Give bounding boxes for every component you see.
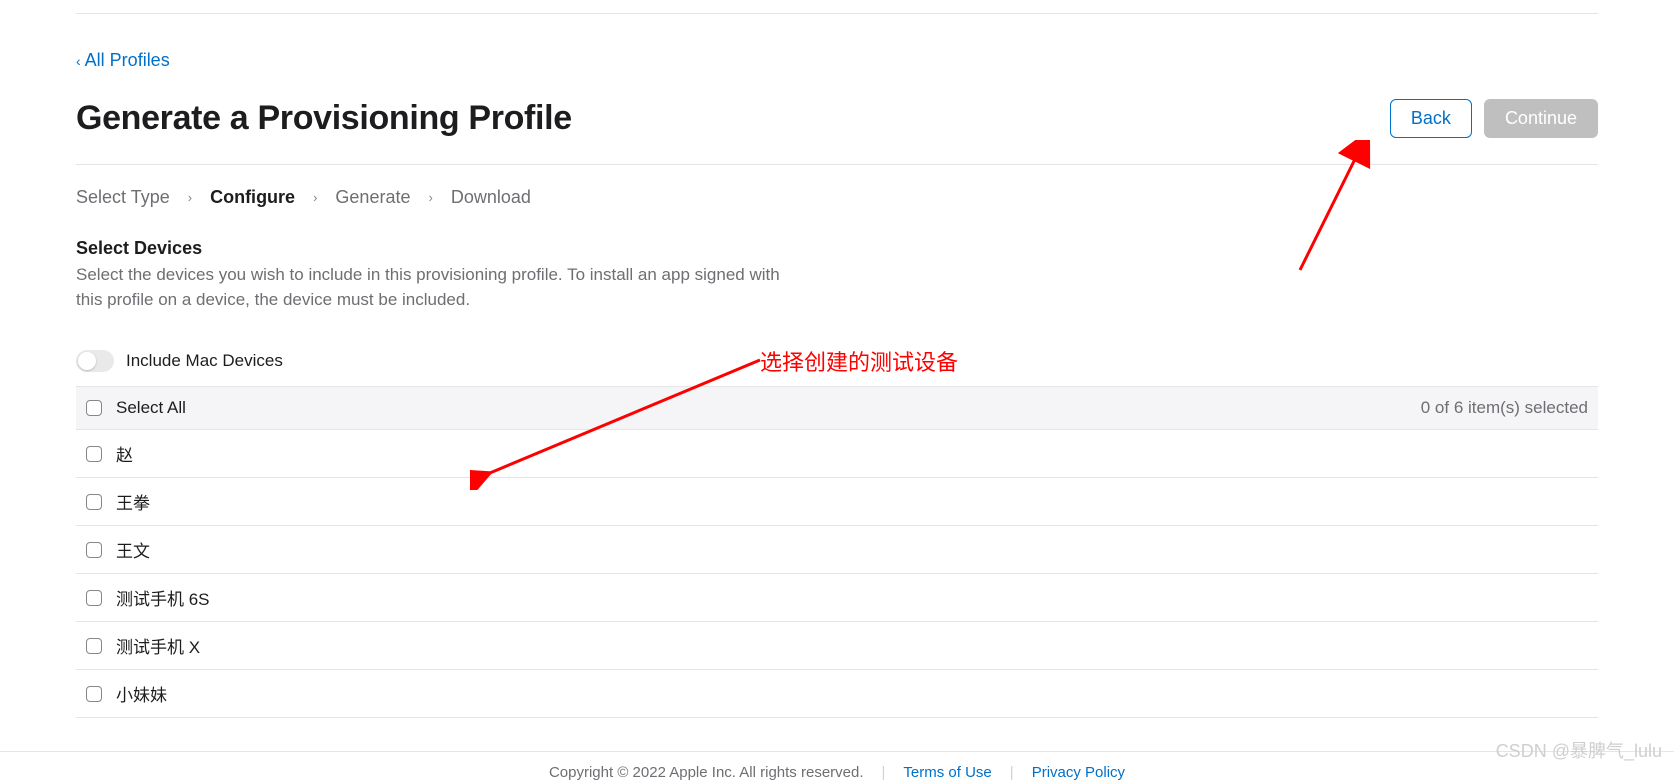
all-profiles-link[interactable]: ‹ All Profiles — [76, 50, 170, 71]
device-row: 王拳 — [76, 478, 1598, 526]
breadcrumb-step[interactable]: Generate — [335, 187, 410, 208]
section-description: Select the devices you wish to include i… — [76, 263, 796, 312]
device-checkbox[interactable] — [86, 590, 102, 606]
watermark: CSDN @暴脾气_lulu — [1496, 737, 1662, 763]
device-checkbox[interactable] — [86, 638, 102, 654]
breadcrumb-step-active[interactable]: Configure — [210, 187, 295, 208]
device-checkbox[interactable] — [86, 686, 102, 702]
header-row: Generate a Provisioning Profile Back Con… — [76, 99, 1598, 165]
select-all-label: Select All — [116, 398, 186, 418]
select-all-row: Select All 0 of 6 item(s) selected — [76, 387, 1598, 430]
chevron-right-icon: › — [188, 190, 192, 205]
device-checkbox[interactable] — [86, 446, 102, 462]
footer-separator: | — [882, 764, 886, 781]
chevron-right-icon: › — [313, 190, 317, 205]
breadcrumb-step[interactable]: Download — [451, 187, 531, 208]
include-mac-label: Include Mac Devices — [126, 351, 283, 371]
selected-count: 0 of 6 item(s) selected — [1421, 398, 1588, 418]
all-profiles-label: All Profiles — [85, 50, 170, 71]
device-row: 测试手机 X — [76, 622, 1598, 670]
footer-copyright: Copyright © 2022 Apple Inc. All rights r… — [549, 764, 864, 781]
top-divider — [76, 13, 1598, 14]
device-row: 王文 — [76, 526, 1598, 574]
device-label: 王拳 — [116, 489, 150, 514]
select-all-checkbox[interactable] — [86, 400, 102, 416]
breadcrumb: Select Type › Configure › Generate › Dow… — [76, 165, 1598, 238]
device-checkbox[interactable] — [86, 542, 102, 558]
device-list: Select All 0 of 6 item(s) selected 赵 王拳 … — [76, 386, 1598, 718]
device-label: 测试手机 6S — [116, 585, 210, 610]
chevron-left-icon: ‹ — [76, 53, 81, 69]
back-button[interactable]: Back — [1390, 99, 1472, 138]
section: Select Devices Select the devices you wi… — [76, 238, 1598, 312]
footer-separator: | — [1010, 764, 1014, 781]
section-heading: Select Devices — [76, 238, 1598, 259]
footer-privacy-link[interactable]: Privacy Policy — [1032, 764, 1125, 781]
device-label: 赵 — [116, 441, 133, 466]
footer-terms-link[interactable]: Terms of Use — [903, 764, 991, 781]
device-row: 测试手机 6S — [76, 574, 1598, 622]
device-label: 王文 — [116, 537, 150, 562]
device-label: 小妹妹 — [116, 681, 167, 706]
breadcrumb-step[interactable]: Select Type — [76, 187, 170, 208]
header-buttons: Back Continue — [1390, 99, 1598, 138]
device-checkbox[interactable] — [86, 494, 102, 510]
device-row: 赵 — [76, 430, 1598, 478]
continue-button[interactable]: Continue — [1484, 99, 1598, 138]
device-label: 测试手机 X — [116, 633, 200, 658]
page-title: Generate a Provisioning Profile — [76, 99, 572, 138]
include-mac-toggle[interactable] — [76, 350, 114, 372]
footer: Copyright © 2022 Apple Inc. All rights r… — [0, 751, 1674, 783]
toggle-knob — [78, 352, 96, 370]
annotation-text: 选择创建的测试设备 — [760, 345, 958, 377]
chevron-right-icon: › — [428, 190, 432, 205]
device-row: 小妹妹 — [76, 670, 1598, 718]
